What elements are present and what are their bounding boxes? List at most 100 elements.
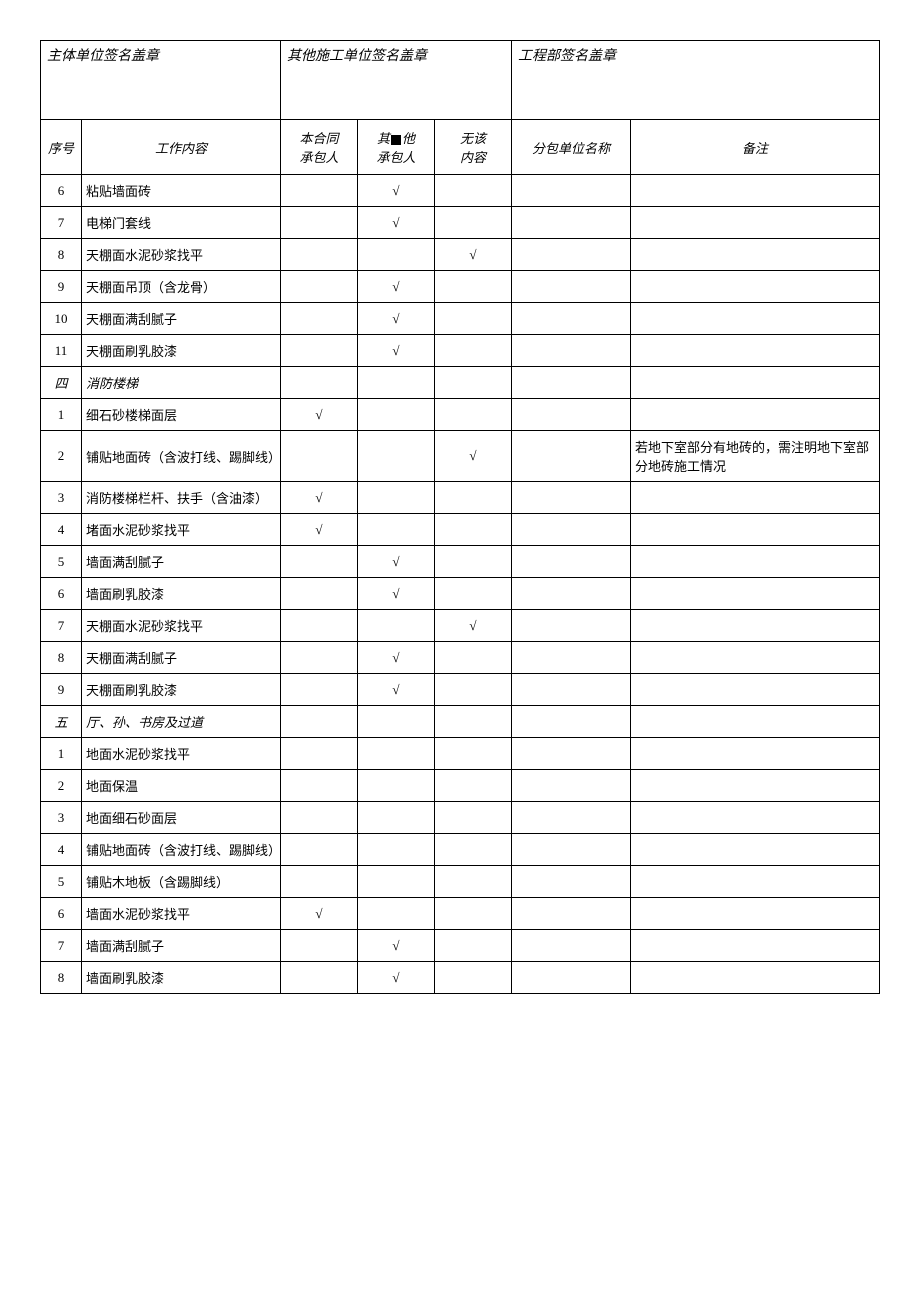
cell-work: 天棚面吊顶（含龙骨） (82, 271, 281, 303)
cell-other (358, 610, 435, 642)
cell-remark (631, 271, 880, 303)
cell-contract (281, 834, 358, 866)
cell-seq: 9 (41, 271, 82, 303)
cell-seq: 9 (41, 674, 82, 706)
cell-contract (281, 642, 358, 674)
cell-subcontractor (512, 335, 631, 367)
cell-remark (631, 802, 880, 834)
cell-remark (631, 674, 880, 706)
cell-subcontractor (512, 207, 631, 239)
cell-subcontractor (512, 239, 631, 271)
cell-contract: √ (281, 399, 358, 431)
cell-contract (281, 930, 358, 962)
cell-work: 电梯门套线 (82, 207, 281, 239)
cell-remark (631, 239, 880, 271)
cell-none (435, 674, 512, 706)
cell-none (435, 642, 512, 674)
cell-contract: √ (281, 898, 358, 930)
cell-none (435, 175, 512, 207)
cell-other (358, 367, 435, 399)
cell-none (435, 335, 512, 367)
cell-seq: 五 (41, 706, 82, 738)
cell-none (435, 303, 512, 335)
cell-subcontractor (512, 482, 631, 514)
cell-other: √ (358, 175, 435, 207)
cell-other (358, 482, 435, 514)
table-row: 8天棚面满刮腻子√ (41, 642, 880, 674)
cell-remark: 若地下室部分有地砖的，需注明地下室部分地砖施工情况 (631, 431, 880, 482)
cell-contract (281, 335, 358, 367)
cell-seq: 四 (41, 367, 82, 399)
cell-subcontractor (512, 898, 631, 930)
cell-work: 墙面刷乳胶漆 (82, 962, 281, 994)
header-contract: 本合同 承包人 (281, 120, 358, 175)
cell-none (435, 866, 512, 898)
cell-seq: 8 (41, 962, 82, 994)
cell-none (435, 546, 512, 578)
cell-remark (631, 546, 880, 578)
cell-subcontractor (512, 578, 631, 610)
cell-seq: 7 (41, 930, 82, 962)
cell-remark (631, 834, 880, 866)
cell-contract (281, 770, 358, 802)
cell-seq: 4 (41, 514, 82, 546)
cell-remark (631, 207, 880, 239)
cell-seq: 6 (41, 175, 82, 207)
cell-contract (281, 802, 358, 834)
header-none: 无该 内容 (435, 120, 512, 175)
cell-work: 铺贴地面砖（含波打线、踢脚线） (82, 834, 281, 866)
cell-work: 墙面水泥砂浆找平 (82, 898, 281, 930)
cell-other (358, 514, 435, 546)
cell-subcontractor (512, 738, 631, 770)
cell-contract (281, 239, 358, 271)
cell-none (435, 706, 512, 738)
cell-none (435, 802, 512, 834)
cell-other (358, 706, 435, 738)
cell-subcontractor (512, 962, 631, 994)
cell-contract (281, 271, 358, 303)
cell-contract (281, 578, 358, 610)
cell-remark (631, 738, 880, 770)
cell-remark (631, 335, 880, 367)
cell-other (358, 802, 435, 834)
cell-subcontractor (512, 271, 631, 303)
cell-none (435, 834, 512, 866)
table-row: 6墙面水泥砂浆找平√ (41, 898, 880, 930)
header-other: 其他 承包人 (358, 120, 435, 175)
cell-work: 地面保温 (82, 770, 281, 802)
cell-none (435, 514, 512, 546)
header-row: 序号 工作内容 本合同 承包人 其他 承包人 无该 内容 分包单位名称 备注 (41, 120, 880, 175)
cell-none (435, 399, 512, 431)
cell-subcontractor (512, 303, 631, 335)
cell-work: 墙面刷乳胶漆 (82, 578, 281, 610)
cell-seq: 8 (41, 642, 82, 674)
cell-none (435, 930, 512, 962)
cell-remark (631, 367, 880, 399)
table-row: 7电梯门套线√ (41, 207, 880, 239)
cell-work: 细石砂楼梯面层 (82, 399, 281, 431)
cell-work: 厅、孙、书房及过道 (82, 706, 281, 738)
cell-contract (281, 303, 358, 335)
cell-none (435, 207, 512, 239)
cell-seq: 2 (41, 770, 82, 802)
cell-other (358, 866, 435, 898)
cell-seq: 7 (41, 207, 82, 239)
cell-work: 地面水泥砂浆找平 (82, 738, 281, 770)
table-row: 11天棚面刷乳胶漆√ (41, 335, 880, 367)
cell-subcontractor (512, 642, 631, 674)
header-work: 工作内容 (82, 120, 281, 175)
table-row: 10天棚面满刮腻子√ (41, 303, 880, 335)
cell-seq: 3 (41, 802, 82, 834)
cell-work: 墙面满刮腻子 (82, 930, 281, 962)
cell-other (358, 399, 435, 431)
cell-contract (281, 962, 358, 994)
cell-subcontractor (512, 802, 631, 834)
cell-subcontractor (512, 706, 631, 738)
cell-none (435, 367, 512, 399)
cell-contract (281, 367, 358, 399)
table-row: 4堵面水泥砂浆找平√ (41, 514, 880, 546)
signature-other-unit: 其他施工单位签名盖章 (281, 41, 512, 120)
cell-remark (631, 866, 880, 898)
cell-seq: 2 (41, 431, 82, 482)
header-seq: 序号 (41, 120, 82, 175)
